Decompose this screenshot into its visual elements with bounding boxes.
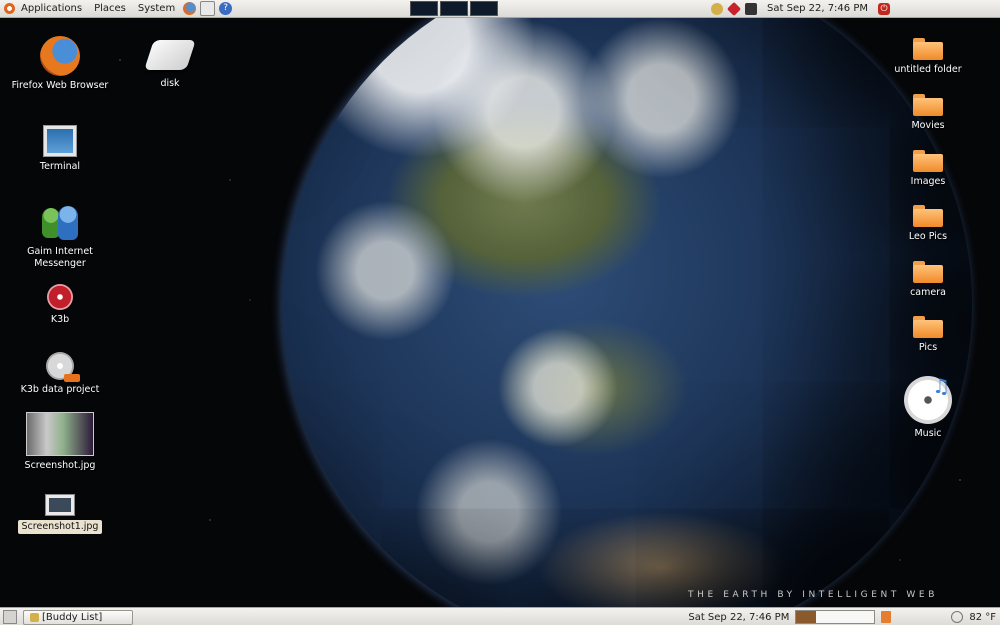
desktop-icon-label: Screenshot.jpg — [24, 460, 96, 471]
screenshot-thumbnail-icon — [26, 412, 94, 456]
images-folder-desktop-icon[interactable]: Images — [878, 150, 978, 188]
system-menu[interactable]: System — [132, 0, 181, 17]
gaim-desktop-icon[interactable]: Gaim Internet Messenger — [10, 204, 110, 270]
folder-icon — [913, 38, 943, 60]
bottom-clock[interactable]: Sat Sep 22, 7:46 PM — [688, 612, 789, 623]
screenshot-desktop-icon[interactable]: Screenshot.jpg — [10, 412, 110, 472]
desktop[interactable]: THE EARTH BY INTELLIGENT WEB Application… — [0, 0, 1000, 625]
power-icon[interactable]: ⏻ — [878, 2, 890, 15]
screenshot1-thumbnail-icon — [45, 494, 75, 516]
network-icon[interactable] — [745, 2, 758, 15]
desktop-icon-label: disk — [160, 78, 180, 89]
memory-graph — [440, 1, 469, 16]
desktop-icon-label: K3b data project — [20, 384, 100, 395]
folder-icon — [913, 94, 943, 116]
bottom-tray: Sat Sep 22, 7:46 PM 82 °F — [688, 610, 1000, 624]
leo-pics-folder-desktop-icon[interactable]: Leo Pics — [878, 205, 978, 243]
system-monitor[interactable] — [410, 1, 499, 16]
firefox-launcher-icon[interactable] — [183, 2, 197, 15]
desktop-icon-label: Firefox Web Browser — [11, 80, 109, 91]
k3b-project-desktop-icon[interactable]: K3b data project — [10, 352, 110, 396]
progress-fill — [796, 611, 816, 623]
progress-meter[interactable] — [795, 610, 876, 624]
screenshot1-desktop-icon[interactable]: Screenshot1.jpg — [10, 494, 110, 534]
buddy-list-task-button[interactable]: [Buddy List] — [23, 609, 133, 625]
folder-icon — [913, 205, 943, 227]
ubuntu-logo-icon[interactable] — [4, 3, 15, 14]
weather-icon — [951, 611, 964, 623]
wallpaper-credit: THE EARTH BY INTELLIGENT WEB — [688, 590, 938, 600]
disk-desktop-icon[interactable]: disk — [120, 36, 220, 90]
cd-data-project-icon — [46, 352, 80, 382]
bottom-panel: [Buddy List] Sat Sep 22, 7:46 PM 82 °F — [0, 607, 1000, 625]
desktop-icon-label: Screenshot1.jpg — [17, 520, 103, 534]
k3b-desktop-icon[interactable]: K3b — [10, 284, 110, 326]
places-menu[interactable]: Places — [88, 0, 132, 17]
desktop-icon-label: camera — [910, 287, 946, 298]
desktop-icon-label: Movies — [911, 120, 945, 131]
help-launcher-icon[interactable]: ? — [219, 2, 233, 15]
desktop-icon-label: Leo Pics — [908, 231, 948, 242]
desktop-icon-label: Images — [910, 176, 946, 187]
k3b-disc-icon — [47, 284, 73, 310]
camera-folder-desktop-icon[interactable]: camera — [878, 261, 978, 299]
terminal-icon — [43, 125, 77, 157]
terminal-desktop-icon[interactable]: Terminal — [10, 125, 110, 173]
show-desktop-icon[interactable] — [3, 610, 17, 624]
user-icon[interactable] — [711, 2, 724, 15]
music-desktop-icon[interactable]: ♫ Music — [878, 374, 978, 440]
folder-icon — [913, 150, 943, 172]
movies-folder-desktop-icon[interactable]: Movies — [878, 94, 978, 132]
top-panel: Applications Places System ? Sat Sep 22,… — [0, 0, 1000, 18]
untitled-folder-desktop-icon[interactable]: untitled folder — [878, 38, 978, 76]
desktop-icon-label: K3b — [50, 314, 70, 325]
task-label: [Buddy List] — [42, 611, 103, 623]
folder-icon — [913, 316, 943, 338]
ruby-icon[interactable] — [726, 1, 742, 16]
firefox-icon — [40, 36, 80, 76]
mail-launcher-icon[interactable] — [200, 1, 216, 16]
network-graph — [470, 1, 499, 16]
trash-icon[interactable] — [881, 611, 892, 623]
desktop-icon-label: Terminal — [39, 161, 81, 172]
notification-area: Sat Sep 22, 7:46 PM ⏻ — [711, 1, 1000, 16]
top-clock[interactable]: Sat Sep 22, 7:46 PM — [763, 3, 872, 14]
weather-temperature[interactable]: 82 °F — [969, 612, 996, 623]
desktop-icon-label: Pics — [918, 342, 938, 353]
firefox-desktop-icon[interactable]: Firefox Web Browser — [10, 36, 110, 92]
cpu-graph — [410, 1, 439, 16]
applications-menu[interactable]: Applications — [15, 0, 88, 17]
pics-folder-desktop-icon[interactable]: Pics — [878, 316, 978, 354]
folder-icon — [913, 261, 943, 283]
gaim-task-icon — [30, 612, 39, 622]
gaim-messenger-icon — [40, 204, 80, 242]
usb-disk-icon — [144, 40, 196, 70]
desktop-icon-label: untitled folder — [894, 64, 962, 75]
desktop-icon-label: Music — [914, 428, 942, 439]
audio-cd-icon: ♫ — [904, 374, 952, 424]
earth-wallpaper — [282, 0, 972, 625]
desktop-icon-label: Gaim Internet Messenger — [27, 246, 93, 269]
